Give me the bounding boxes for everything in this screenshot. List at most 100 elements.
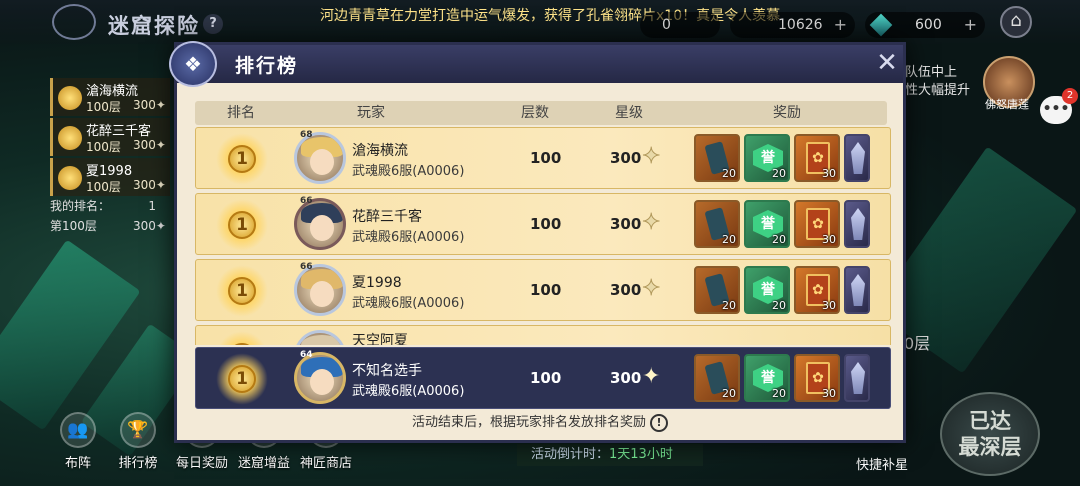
fragment-scroll-icon[interactable]: 20 [694,134,740,182]
col-floor: 层数 [521,105,549,121]
ranking-row[interactable]: 1 66 夏1998 武魂殿6服(A0006) 100 300 ✦ 20 誉 20… [195,259,891,321]
boss-label: 佛怒唐莲 [985,98,1029,111]
event-countdown: 活动倒计时：1天13小时 [517,444,703,466]
player-stars: 300✦ [133,138,166,152]
notice-line: 性大幅提升 [905,83,971,98]
reward-count: 20 [722,299,736,312]
trophy-icon: 🏆 [120,412,156,448]
my-floor: 第100层 [50,219,97,233]
deepest-floor-button[interactable]: 已达 最深层 [940,392,1040,476]
crystal-icon[interactable] [844,200,870,248]
player-stars: 300 [610,215,642,233]
avatar[interactable] [294,330,346,345]
gift-card-icon[interactable]: ✿ 30 [794,354,840,402]
gem-icon [869,13,893,37]
notice-line: 队伍中上 [905,65,958,80]
crystal-icon[interactable] [844,134,870,182]
maze-logo-icon [52,4,96,40]
reward-list: 20 誉 20 ✿ 30 [694,134,891,184]
nav-formation-button[interactable]: 👥 布阵 [48,412,108,471]
reward-count: 20 [772,387,786,400]
nav-label: 神匠商店 [299,456,352,471]
floor-hint: 0层 [904,334,931,353]
player-name: 花醉三千客 [86,124,152,139]
my-ranking-row[interactable]: 1 64 不知名选手 武魂殿6服(A0006) 100 300 ✦ 20 誉 20… [195,347,891,409]
rank-medal-icon: 1 [216,353,268,405]
home-button[interactable]: ⌂ [1000,6,1032,38]
fragment-scroll-icon[interactable]: 20 [694,354,740,402]
player-floor: 100 [530,215,562,233]
ranking-row[interactable]: 1 天空阿夏 [195,325,891,345]
player-stars: 300 [610,281,642,299]
nav-label: 布阵 [64,456,91,471]
honor-token-icon[interactable]: 誉 20 [744,354,790,402]
honor-token-icon[interactable]: 誉 20 [744,200,790,248]
medal-icon [58,126,82,150]
rank-medal-icon: 1 [216,331,268,345]
gift-card-icon[interactable]: ✿ 30 [794,200,840,248]
crystal-icon[interactable] [844,354,870,402]
player-stars: 300✦ [133,98,166,112]
player-name: 不知名选手 [352,363,422,379]
gift-card-icon[interactable]: ✿ 30 [794,134,840,182]
star-icon: ✦ [642,364,661,389]
col-stars: 星级 [615,105,643,121]
player-server: 武魂殿6服(A0006) [352,164,465,179]
honor-token-icon[interactable]: 誉 20 [744,266,790,314]
star-icon: ✦ [641,276,661,302]
gift-card-icon[interactable]: ✿ 30 [794,266,840,314]
deep-btn-line: 最深层 [958,435,1022,459]
fragment-scroll-icon[interactable]: 20 [694,200,740,248]
info-icon[interactable]: ! [650,413,668,432]
nav-label: 迷窟增益 [237,456,290,471]
player-name: 天空阿夏 [352,333,408,345]
quick-star-label[interactable]: 快捷补星 [856,454,908,473]
ranking-preview-item: 夏1998 100层 300✦ [50,158,170,196]
col-rank: 排名 [227,105,255,121]
ranking-list[interactable]: 1 68 滄海横流 武魂殿6服(A0006) 100 300 ✦ 20 誉 20 … [195,127,891,345]
fragment-scroll-icon[interactable]: 20 [694,266,740,314]
column-header: 排名 玩家 层数 星级 奖励 [195,101,887,125]
player-stars: 300 [610,369,642,387]
gem-counter: 600 + [865,12,985,38]
reward-count: 30 [822,299,836,312]
deep-btn-line: 已达 [969,409,1011,433]
player-floor: 100 [530,369,562,387]
medal-icon [58,166,82,190]
reward-count: 30 [822,233,836,246]
player-floor: 100 [530,149,562,167]
rank-number: 1 [228,365,256,393]
player-server: 武魂殿6服(A0006) [352,230,465,245]
star-icon: ✦ [641,144,661,170]
ranking-row[interactable]: 1 68 滄海横流 武魂殿6服(A0006) 100 300 ✦ 20 誉 20 … [195,127,891,189]
add-resource-button[interactable]: + [834,12,847,38]
my-rank-panel: 我的排名： 1 第100层 300✦ [50,196,170,236]
ranking-row[interactable]: 1 66 花醉三千客 武魂殿6服(A0006) 100 300 ✦ 20 誉 20… [195,193,891,255]
reward-count: 30 [822,167,836,180]
crystal-icon[interactable] [844,266,870,314]
team-notice: 队伍中上 性大幅提升 [905,64,970,100]
col-player: 玩家 [357,105,385,121]
close-button[interactable]: ✕ [873,49,901,77]
resource-value: 0 [662,17,671,33]
countdown-label: 活动倒计时： [531,447,610,462]
nav-leaderboard-button[interactable]: 🏆 排行榜 [108,412,168,471]
player-server: 武魂殿6服(A0006) [352,296,465,311]
star-icon: ✦ [641,210,661,236]
reward-count: 20 [722,233,736,246]
help-icon[interactable]: ? [203,14,223,34]
reward-count: 20 [722,387,736,400]
player-level: 68 [300,130,313,140]
player-level: 66 [300,262,313,272]
add-gem-button[interactable]: + [964,12,977,38]
honor-token-icon[interactable]: 誉 20 [744,134,790,182]
rank-medal-icon: 1 [216,199,268,251]
player-level: 64 [300,350,313,360]
player-server: 武魂殿6服(A0006) [352,384,465,399]
col-reward: 奖励 [773,105,801,121]
rank-number: 1 [228,211,256,239]
reward-count: 20 [772,167,786,180]
player-name: 花醉三千客 [352,209,422,225]
rank-number: 1 [228,277,256,305]
rank-medal-icon: 1 [216,133,268,185]
